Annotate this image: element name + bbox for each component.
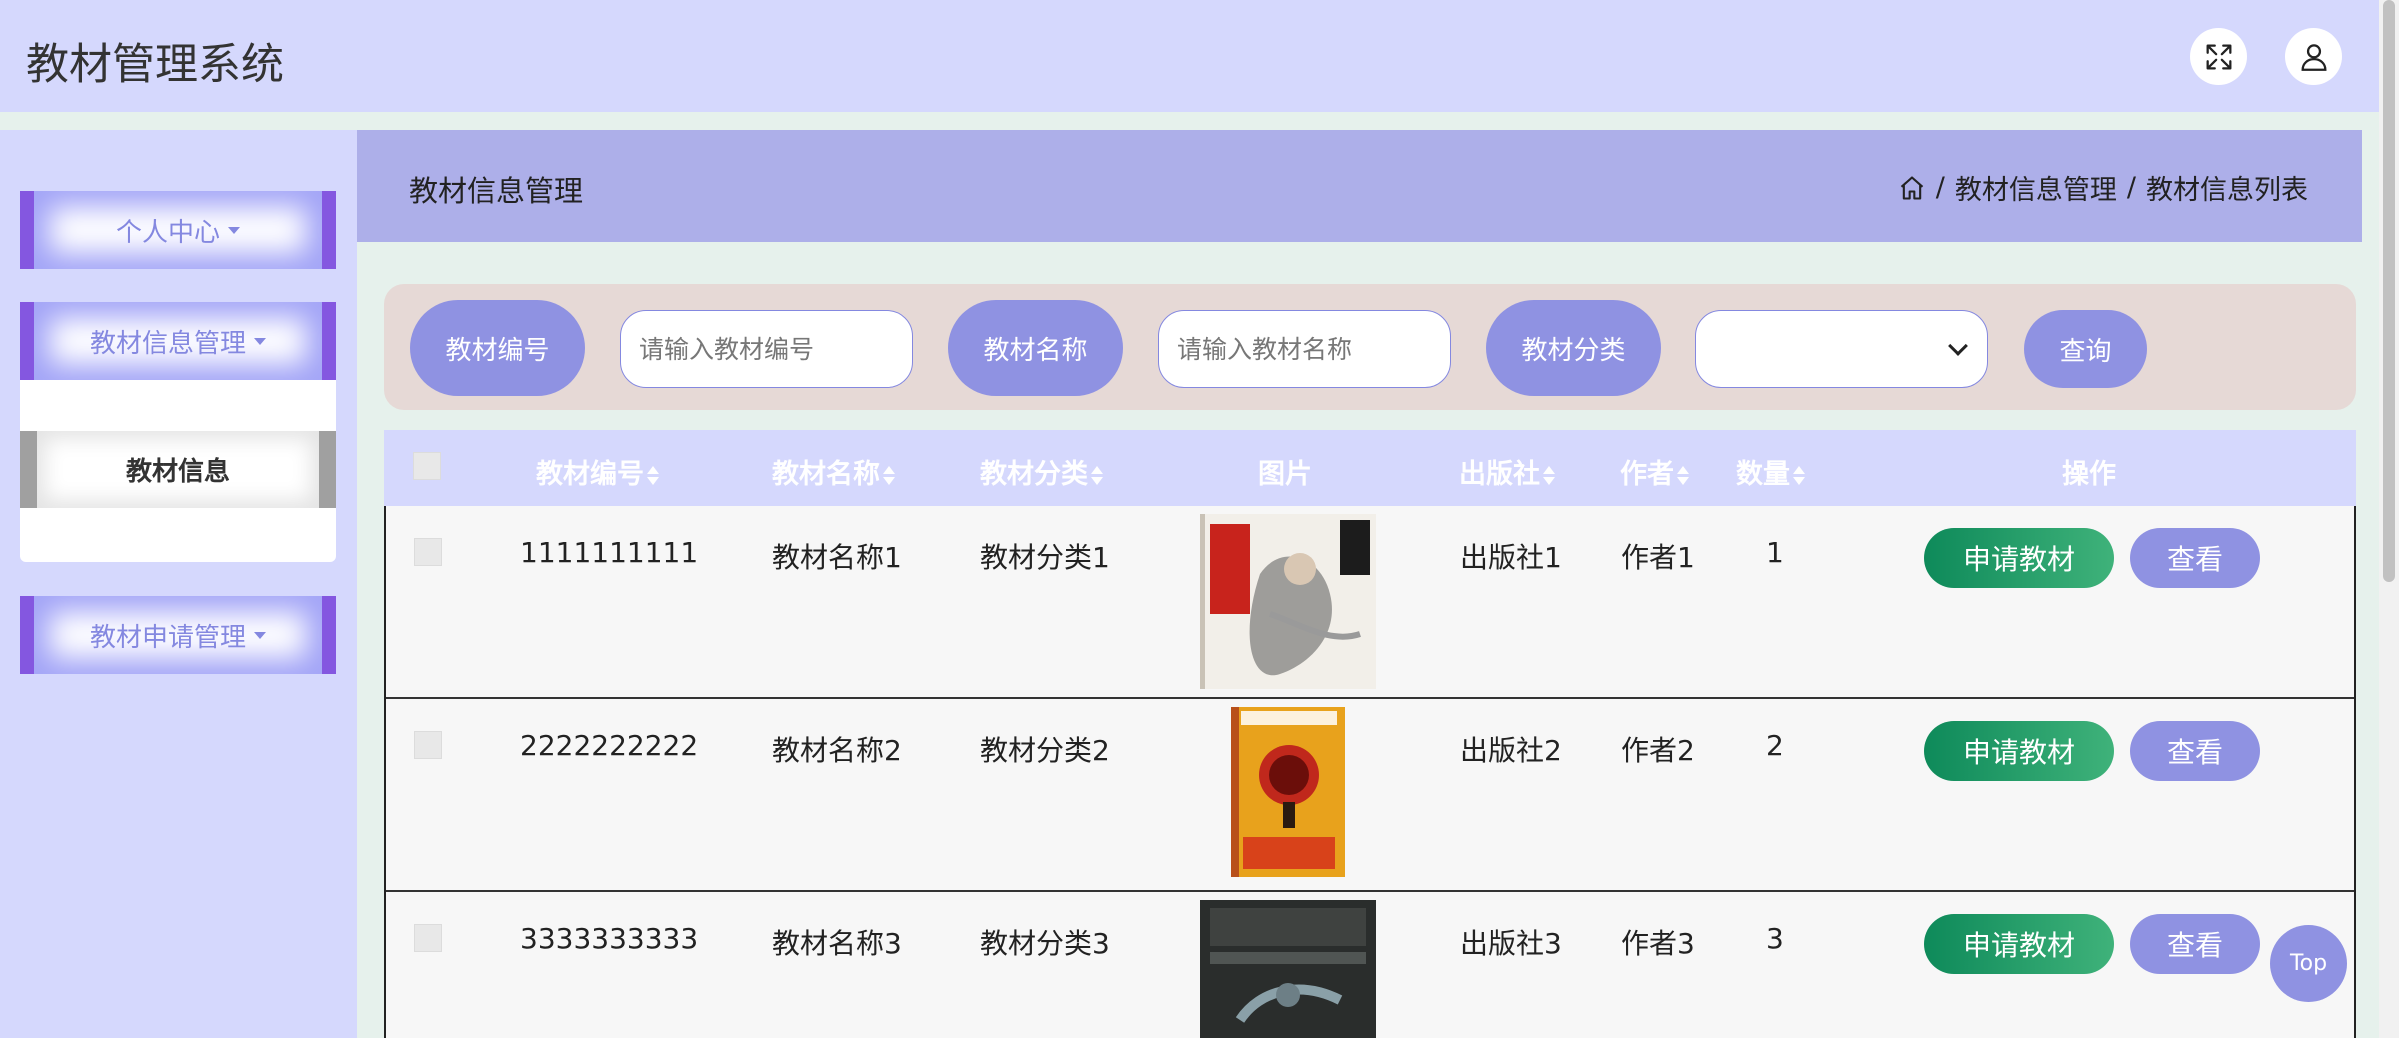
submenu-textbook-info: 教材信息 bbox=[20, 380, 336, 562]
name-label: 教材名称 bbox=[948, 300, 1123, 396]
col-category-label: 教材分类 bbox=[980, 459, 1088, 490]
home-icon[interactable] bbox=[1898, 174, 1926, 202]
breadcrumb-separator: / bbox=[2127, 172, 2136, 203]
category-select[interactable] bbox=[1695, 310, 1988, 388]
cell-name: 教材名称3 bbox=[772, 922, 902, 962]
sort-icon[interactable] bbox=[1542, 465, 1556, 487]
menu-label: 教材信息管理 bbox=[90, 323, 246, 360]
cell-code: 2222222222 bbox=[520, 729, 698, 762]
top-header: 教材管理系统 bbox=[0, 0, 2379, 112]
sort-icon[interactable] bbox=[882, 465, 896, 487]
cell-publisher: 出版社2 bbox=[1460, 729, 1562, 769]
fullscreen-button[interactable] bbox=[2190, 28, 2247, 85]
col-image: 图片 bbox=[1258, 452, 1312, 491]
cell-publisher: 出版社1 bbox=[1460, 536, 1562, 576]
user-menu-button[interactable] bbox=[2285, 28, 2342, 85]
breadcrumb-item: 教材信息列表 bbox=[2146, 168, 2308, 207]
cell-publisher: 出版社3 bbox=[1460, 922, 1562, 962]
page-scrollbar[interactable] bbox=[2379, 0, 2399, 1038]
code-search-input[interactable] bbox=[620, 310, 913, 388]
user-icon bbox=[2297, 40, 2331, 74]
row-checkbox[interactable] bbox=[414, 538, 442, 566]
table-row: 1111111111 教材名称1 教材分类1 出版社1 作者1 1 申请教材 查… bbox=[386, 506, 2354, 699]
submenu-item-textbook-info[interactable]: 教材信息 bbox=[20, 431, 336, 508]
scrollbar-thumb[interactable] bbox=[2383, 0, 2395, 582]
submenu-label: 教材信息 bbox=[126, 451, 230, 488]
cover-image bbox=[1200, 707, 1376, 882]
apply-textbook-button[interactable]: 申请教材 bbox=[1924, 914, 2114, 974]
menu-personal-center[interactable]: 个人中心 bbox=[20, 191, 336, 269]
cell-quantity: 3 bbox=[1766, 922, 1784, 955]
col-quantity[interactable]: 数量 bbox=[1736, 452, 1806, 491]
caret-down-icon bbox=[254, 338, 266, 345]
category-label: 教材分类 bbox=[1486, 300, 1661, 396]
col-code-label: 教材编号 bbox=[536, 459, 644, 490]
apply-textbook-button[interactable]: 申请教材 bbox=[1924, 721, 2114, 781]
table-row: 3333333333 教材名称3 教材分类3 出版社3 作者3 3 申请教材 查… bbox=[386, 892, 2354, 1038]
row-checkbox[interactable] bbox=[414, 924, 442, 952]
cell-name: 教材名称2 bbox=[772, 729, 902, 769]
chevron-down-icon bbox=[1948, 336, 1968, 356]
cell-code: 3333333333 bbox=[520, 922, 698, 955]
query-button[interactable]: 查询 bbox=[2024, 310, 2147, 388]
table-header: 教材编号 教材名称 教材分类 图片 出版社 作者 数量 操作 bbox=[384, 430, 2356, 506]
sort-icon[interactable] bbox=[1090, 465, 1104, 487]
cell-category: 教材分类1 bbox=[980, 536, 1110, 576]
col-author-label: 作者 bbox=[1620, 459, 1674, 490]
content-header: 教材信息管理 / 教材信息管理 / 教材信息列表 bbox=[357, 130, 2362, 242]
sort-icon[interactable] bbox=[1792, 465, 1806, 487]
view-button[interactable]: 查看 bbox=[2130, 528, 2260, 588]
page-title: 教材信息管理 bbox=[409, 168, 583, 210]
col-actions: 操作 bbox=[2062, 452, 2116, 491]
breadcrumb: / 教材信息管理 / 教材信息列表 bbox=[1898, 168, 2308, 207]
caret-down-icon bbox=[254, 632, 266, 639]
cover-image bbox=[1200, 514, 1376, 689]
book-cover-illustration bbox=[1200, 900, 1376, 1038]
col-author[interactable]: 作者 bbox=[1620, 452, 1690, 491]
breadcrumb-item[interactable]: 教材信息管理 bbox=[1955, 168, 2117, 207]
caret-down-icon bbox=[228, 227, 240, 234]
sort-icon[interactable] bbox=[646, 465, 660, 487]
view-button[interactable]: 查看 bbox=[2130, 914, 2260, 974]
cell-author: 作者3 bbox=[1621, 922, 1695, 962]
breadcrumb-separator: / bbox=[1936, 172, 1945, 203]
menu-textbook-application[interactable]: 教材申请管理 bbox=[20, 596, 336, 674]
name-search-input[interactable] bbox=[1158, 310, 1451, 388]
cell-author: 作者1 bbox=[1621, 536, 1695, 576]
expand-icon bbox=[2202, 40, 2236, 74]
cell-category: 教材分类2 bbox=[980, 729, 1110, 769]
code-label: 教材编号 bbox=[410, 300, 585, 396]
menu-textbook-info[interactable]: 教材信息管理 bbox=[20, 302, 336, 380]
view-button[interactable]: 查看 bbox=[2130, 721, 2260, 781]
menu-label: 个人中心 bbox=[116, 212, 220, 249]
col-publisher[interactable]: 出版社 bbox=[1459, 452, 1556, 491]
cell-quantity: 2 bbox=[1766, 729, 1784, 762]
app-title: 教材管理系统 bbox=[26, 30, 284, 92]
sidebar: 个人中心 教材信息管理 教材信息 教材申请管理 bbox=[0, 130, 357, 1038]
cell-category: 教材分类3 bbox=[980, 922, 1110, 962]
sort-icon[interactable] bbox=[1676, 465, 1690, 487]
col-publisher-label: 出版社 bbox=[1459, 459, 1540, 490]
col-category[interactable]: 教材分类 bbox=[980, 452, 1104, 491]
cell-name: 教材名称1 bbox=[772, 536, 902, 576]
cover-image bbox=[1200, 900, 1376, 1038]
table-row: 2222222222 教材名称2 教材分类2 出版社2 作者2 2 申请教材 查… bbox=[386, 699, 2354, 892]
col-code[interactable]: 教材编号 bbox=[536, 452, 660, 491]
menu-label: 教材申请管理 bbox=[90, 617, 246, 654]
book-cover-illustration bbox=[1231, 707, 1345, 877]
table-body: 1111111111 教材名称1 教材分类1 出版社1 作者1 1 申请教材 查… bbox=[384, 506, 2356, 1038]
col-name-label: 教材名称 bbox=[772, 459, 880, 490]
select-all-checkbox[interactable] bbox=[413, 452, 441, 480]
back-to-top-button[interactable]: Top bbox=[2270, 925, 2347, 1002]
cell-code: 1111111111 bbox=[520, 536, 698, 569]
book-cover-illustration bbox=[1200, 514, 1376, 689]
col-quantity-label: 数量 bbox=[1736, 459, 1790, 490]
col-name[interactable]: 教材名称 bbox=[772, 452, 896, 491]
cell-quantity: 1 bbox=[1766, 536, 1784, 569]
apply-textbook-button[interactable]: 申请教材 bbox=[1924, 528, 2114, 588]
cell-author: 作者2 bbox=[1621, 729, 1695, 769]
row-checkbox[interactable] bbox=[414, 731, 442, 759]
